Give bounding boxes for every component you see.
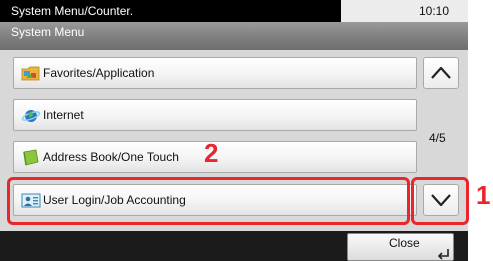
- device-screen: System Menu/Counter. 10:10 System Menu F…: [0, 0, 468, 261]
- callout-step-1: 1: [476, 180, 491, 210]
- close-button[interactable]: Close: [347, 233, 454, 261]
- favorites-folder-icon: [21, 66, 40, 81]
- status-bar: System Menu/Counter. 10:10: [0, 0, 468, 22]
- menu-item-favorites-application[interactable]: Favorites/Application: [13, 57, 417, 89]
- page-indicator: 4/5: [429, 131, 446, 145]
- address-book-icon: [23, 149, 39, 166]
- internet-globe-icon: [21, 110, 41, 122]
- scroll-down-button[interactable]: [423, 184, 459, 216]
- screen-title: System Menu/Counter.: [11, 4, 134, 18]
- menu-item-user-login-job-accounting[interactable]: User Login/Job Accounting: [13, 184, 417, 216]
- callout-step-2: 2: [204, 138, 219, 168]
- scroll-up-button[interactable]: [423, 57, 459, 89]
- subtitle-bar: System Menu: [0, 22, 468, 50]
- menu-item-label: User Login/Job Accounting: [43, 193, 186, 207]
- close-button-label: Close: [389, 236, 420, 250]
- menu-item-internet[interactable]: Internet: [13, 99, 417, 131]
- chevron-up-icon: [431, 66, 451, 79]
- menu-item-label: Internet: [43, 108, 84, 122]
- user-login-icon: [21, 193, 41, 208]
- menu-item-label: Favorites/Application: [43, 66, 155, 80]
- enter-return-icon: [437, 249, 449, 260]
- menu-item-label: Address Book/One Touch: [43, 150, 179, 164]
- chevron-down-icon: [431, 194, 451, 207]
- clock: 10:10: [418, 4, 449, 18]
- clock-box: 10:10: [341, 0, 468, 22]
- page-subtitle: System Menu: [11, 25, 85, 39]
